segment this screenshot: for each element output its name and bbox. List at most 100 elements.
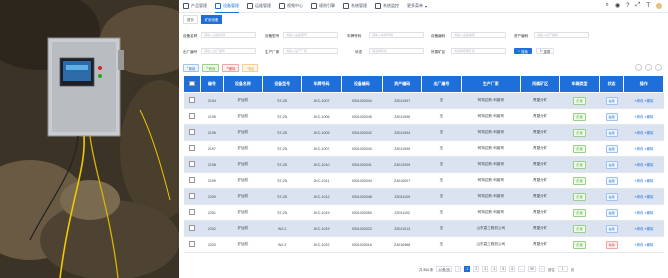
goto-input[interactable]: 1 [557, 266, 568, 272]
table-row[interactable]: 2196 铲运机 ST-2D JKC-1005 0301020042 Z3011094 无阿… [183, 124, 664, 141]
device-model-input[interactable]: 请输入设备型号 [283, 32, 338, 38]
table-row[interactable]: 2200 铲运机 ST-2D JKC-1012 0301020048 Z3011109 无阿… [183, 188, 664, 205]
checkbox[interactable] [189, 129, 195, 135]
row-select[interactable] [183, 204, 201, 221]
delete-link[interactable]: ✕删除 [644, 163, 653, 167]
nav-item-monitor[interactable]: 系统监控 [375, 0, 399, 12]
edit-link[interactable]: ✎修改 [634, 147, 643, 151]
checkbox[interactable] [189, 193, 195, 199]
prev-page-button[interactable]: ‹ [455, 266, 462, 272]
refresh-icon[interactable] [645, 64, 652, 71]
table-row[interactable]: 2202 铲运机 WJ-2 JKC-1019 0301020023 Z3011013 无山东… [183, 220, 664, 237]
row-select[interactable] [183, 140, 201, 157]
delete-link[interactable]: ✕删除 [644, 195, 653, 199]
nav-item-video[interactable]: 视频中心 [279, 0, 303, 12]
table-cell: ST-2D [262, 188, 302, 205]
row-select[interactable] [183, 236, 201, 253]
checkbox[interactable] [189, 177, 195, 183]
row-select[interactable] [183, 108, 201, 125]
edit-link[interactable]: ✎修改 [634, 243, 643, 247]
checkbox[interactable] [189, 241, 195, 247]
device-name-input[interactable]: 请输入设备名称 [201, 32, 256, 38]
checkbox[interactable] [189, 209, 195, 215]
search-icon[interactable]: ⌕ [606, 2, 609, 9]
checkbox[interactable] [189, 97, 195, 103]
export-button[interactable]: ↓ 导出 [242, 64, 259, 72]
delete-link[interactable]: ✕删除 [644, 115, 653, 119]
nav-item-system[interactable]: 系统管理 [343, 0, 367, 12]
page-button[interactable]: 90 [528, 266, 536, 272]
toggle-search-icon[interactable] [635, 64, 642, 71]
checkbox[interactable] [189, 161, 195, 167]
factory-no-input[interactable]: 请输入出厂编号 [201, 48, 256, 54]
nav-item-ops[interactable]: 运维管理 [247, 0, 271, 12]
github-icon[interactable]: ◉ [615, 2, 620, 9]
table-row[interactable]: 2203 铲运机 WJ-2 JKC-1022 0301020016 Z3010968 无山东… [183, 236, 664, 253]
nav-item-device[interactable]: 设备管理 [215, 0, 239, 13]
edit-link[interactable]: ✎修改 [634, 227, 643, 231]
manufacturer-input[interactable]: 请输入生产厂家 [283, 48, 338, 54]
page-button[interactable]: 4 [491, 266, 498, 272]
checkbox[interactable] [189, 80, 195, 87]
page-ellipsis[interactable]: ... [518, 266, 526, 272]
delete-link[interactable]: ✕删除 [644, 179, 653, 183]
table-row[interactable]: 2197 铲运机 ST-2D JKC-1007 0301020043 Z3011095 无阿… [183, 140, 664, 157]
table-row[interactable]: 2195 铲运机 ST-2D JKC-1006 0301020045 Z3011096 无阿… [183, 108, 664, 125]
row-select[interactable] [183, 220, 201, 237]
page-size-select[interactable]: 10条/页 [436, 266, 453, 272]
device-code-input[interactable]: 请输入设备编码 [451, 32, 506, 38]
delete-link[interactable]: ✕删除 [644, 227, 653, 231]
table-cell: 青屋分矿 [520, 172, 560, 189]
delete-link[interactable]: ✕删除 [644, 243, 653, 247]
nav-item-rules[interactable]: 规则引擎 [311, 0, 335, 12]
delete-link[interactable]: ✕删除 [644, 147, 653, 151]
row-select[interactable] [183, 92, 201, 109]
edit-link[interactable]: ✎修改 [634, 211, 643, 215]
row-select[interactable] [183, 172, 201, 189]
nav-item-more[interactable]: 更多菜单 ▾ [407, 0, 427, 12]
reset-button[interactable]: ↻ 重置 [536, 48, 554, 54]
fullscreen-icon[interactable]: ⤢ [636, 2, 641, 9]
status-select[interactable]: 请选择状态 [369, 48, 424, 54]
next-page-button[interactable]: › [538, 266, 545, 272]
columns-icon[interactable] [655, 64, 662, 71]
checkbox[interactable] [189, 113, 195, 119]
row-select[interactable] [183, 188, 201, 205]
page-button[interactable]: 5 [500, 266, 507, 272]
edit-link[interactable]: ✎修改 [634, 163, 643, 167]
add-button[interactable]: + 新增 [183, 64, 200, 72]
delete-link[interactable]: ✕删除 [644, 99, 653, 103]
table-row[interactable]: 2198 铲运机 ST-2D JKC-1010 0301020041 Z3012009 无阿… [183, 156, 664, 173]
page-button[interactable]: 1 [464, 266, 471, 272]
select-all-header[interactable] [183, 75, 201, 93]
avatar[interactable] [656, 2, 662, 9]
vehicle-no-input[interactable]: 请输入车牌号码 [369, 32, 424, 38]
row-select[interactable] [183, 156, 201, 173]
table-row[interactable]: 2201 铲运机 ST-2D JKC-1019 0301020050 Z3011102 无阿… [183, 204, 664, 221]
nav-label: 产品管理 [191, 3, 207, 8]
page-button[interactable]: 2 [473, 266, 480, 272]
table-row[interactable]: 2194 铲运机 ST-2D JKC-1007 0301020044 Z3011097 无阿… [183, 92, 664, 109]
font-size-icon[interactable]: T [646, 3, 650, 9]
edit-button[interactable]: ✎ 修改 [202, 64, 220, 72]
checkbox[interactable] [189, 145, 195, 151]
delete-link[interactable]: ✕删除 [644, 211, 653, 215]
edit-link[interactable]: ✎修改 [634, 115, 643, 119]
page-button[interactable]: 3 [482, 266, 489, 272]
checkbox[interactable] [189, 225, 195, 231]
mine-select[interactable]: 请选择所属矿区 [451, 48, 506, 54]
search-button[interactable]: ⌕ 搜索 [514, 48, 532, 54]
asset-code-input[interactable]: 请输入资产编码 [534, 32, 589, 38]
help-icon[interactable]: ? [626, 3, 629, 9]
nav-item-product[interactable]: 产品管理 [183, 0, 207, 12]
edit-link[interactable]: ✎修改 [634, 179, 643, 183]
edit-link[interactable]: ✎修改 [634, 195, 643, 199]
header-actions: ⌕ ◉ ? ⤢ T [606, 2, 662, 9]
page-button[interactable]: 6 [509, 266, 516, 272]
delete-link[interactable]: ✕删除 [644, 131, 653, 135]
row-select[interactable] [183, 124, 201, 141]
edit-link[interactable]: ✎修改 [634, 131, 643, 135]
delete-button[interactable]: ✕ 删除 [222, 64, 240, 72]
edit-link[interactable]: ✎修改 [634, 99, 643, 103]
table-row[interactable]: 2199 铲运机 ST-2D JKC-1011 0301020044 Z3010007 无阿… [183, 172, 664, 189]
